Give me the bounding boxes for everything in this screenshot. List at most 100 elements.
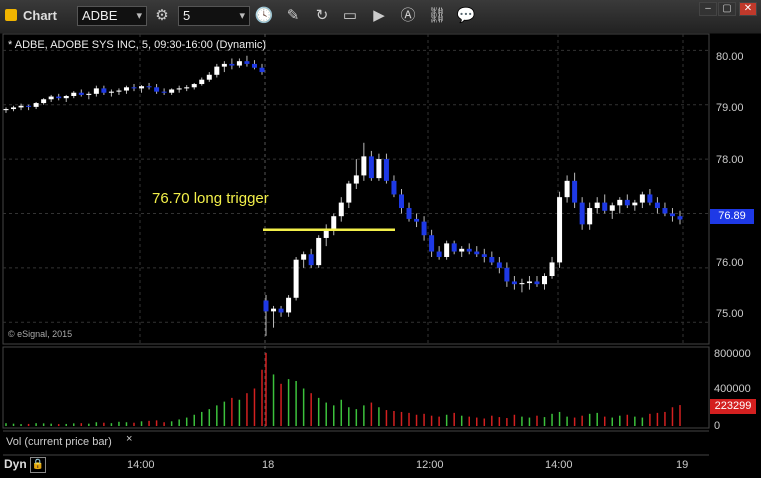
lock-icon[interactable]: 🔒 <box>30 457 46 473</box>
candle-body <box>353 175 359 184</box>
candle-body <box>564 180 570 198</box>
price-tick: 76.00 <box>716 257 744 269</box>
candle-body <box>308 254 314 266</box>
candle-body <box>176 88 182 90</box>
price-volume-chart[interactable] <box>0 0 761 478</box>
candle-body <box>101 88 107 93</box>
candle-body <box>406 208 412 219</box>
candle-body <box>154 87 160 92</box>
last-price-badge: 76.89 <box>710 209 754 224</box>
candle-body <box>301 254 307 260</box>
candle-body <box>368 156 374 179</box>
candle-body <box>639 194 645 203</box>
candle-body <box>376 159 382 179</box>
dynamic-mode-label[interactable]: Dyn <box>4 457 27 471</box>
candle-body <box>451 243 457 252</box>
candle-body <box>338 202 344 217</box>
candle-body <box>617 199 623 206</box>
candle-body <box>131 87 137 89</box>
candle-body <box>229 63 235 66</box>
time-tick: 14:00 <box>127 459 155 471</box>
price-tick: 79.00 <box>716 102 744 114</box>
candle-body <box>11 107 17 110</box>
close-pane-icon[interactable]: × <box>126 433 132 445</box>
candle-body <box>26 105 32 107</box>
candle-body <box>259 67 265 73</box>
candle-body <box>587 208 593 225</box>
volume-pane-label: Vol (current price bar) <box>6 436 112 448</box>
candle-body <box>654 202 660 209</box>
candle-body <box>263 300 269 312</box>
candle-body <box>251 63 257 68</box>
candle-body <box>56 96 62 99</box>
candle-body <box>534 281 540 285</box>
volume-tick: 0 <box>714 420 721 432</box>
last-volume-badge: 223299 <box>710 399 756 414</box>
candle-body <box>184 87 190 89</box>
candle-body <box>206 74 212 80</box>
candle-body <box>429 235 435 252</box>
candle-body <box>632 202 638 206</box>
watermark: © eSignal, 2015 <box>8 329 73 339</box>
candle-body <box>214 66 220 75</box>
time-tick: 14:00 <box>545 459 573 471</box>
price-tick: 78.00 <box>716 154 744 166</box>
volume-tick: 800000 <box>714 348 751 360</box>
candle-body <box>398 194 404 209</box>
candle-body <box>108 91 114 93</box>
candle-body <box>579 202 585 225</box>
candle-body <box>519 283 525 285</box>
trigger-annotation: 76.70 long trigger <box>152 190 269 207</box>
candle-body <box>48 96 54 100</box>
candle-body <box>221 63 227 67</box>
price-tick: 75.00 <box>716 308 744 320</box>
candle-body <box>78 92 84 95</box>
candle-body <box>286 297 292 313</box>
candle-body <box>624 199 630 206</box>
candle-body <box>526 281 532 284</box>
candle-body <box>63 96 69 99</box>
candle-body <box>557 197 563 263</box>
candle-body <box>71 92 77 96</box>
candle-body <box>346 183 352 203</box>
candle-body <box>383 159 389 181</box>
candle-body <box>199 79 205 85</box>
candle-body <box>41 99 47 104</box>
candle-body <box>33 103 39 107</box>
candle-body <box>191 84 197 88</box>
candle-body <box>511 281 517 285</box>
candle-body <box>444 243 450 257</box>
candle-body <box>123 87 129 91</box>
candle-body <box>93 88 99 94</box>
candle-body <box>361 156 367 176</box>
candle-body <box>86 93 92 95</box>
candle-body <box>602 202 608 211</box>
candle-body <box>414 218 420 222</box>
candle-body <box>504 267 510 282</box>
candle-body <box>474 251 480 255</box>
candle-body <box>436 251 442 257</box>
candle-body <box>3 109 9 111</box>
candle-body <box>481 254 487 257</box>
candle-body <box>677 216 683 220</box>
candle-body <box>316 237 322 266</box>
candle-body <box>421 221 427 236</box>
candle-body <box>244 61 250 64</box>
candle-body <box>647 194 653 203</box>
candle-body <box>662 208 668 214</box>
candle-body <box>489 256 495 263</box>
candle-body <box>572 180 578 203</box>
candle-body <box>116 90 122 92</box>
candle-body <box>18 105 24 108</box>
candle-body <box>594 202 600 209</box>
candle-body <box>271 308 277 312</box>
candle-body <box>391 180 397 195</box>
candle-body <box>236 61 242 66</box>
candle-body <box>466 248 472 252</box>
candle-body <box>139 86 145 89</box>
candle-body <box>161 91 167 93</box>
chart-header: * ADBE, ADOBE SYS INC, 5, 09:30-16:00 (D… <box>8 39 266 51</box>
time-tick: 18 <box>262 459 275 471</box>
candle-body <box>331 216 337 230</box>
candle-body <box>669 213 675 217</box>
